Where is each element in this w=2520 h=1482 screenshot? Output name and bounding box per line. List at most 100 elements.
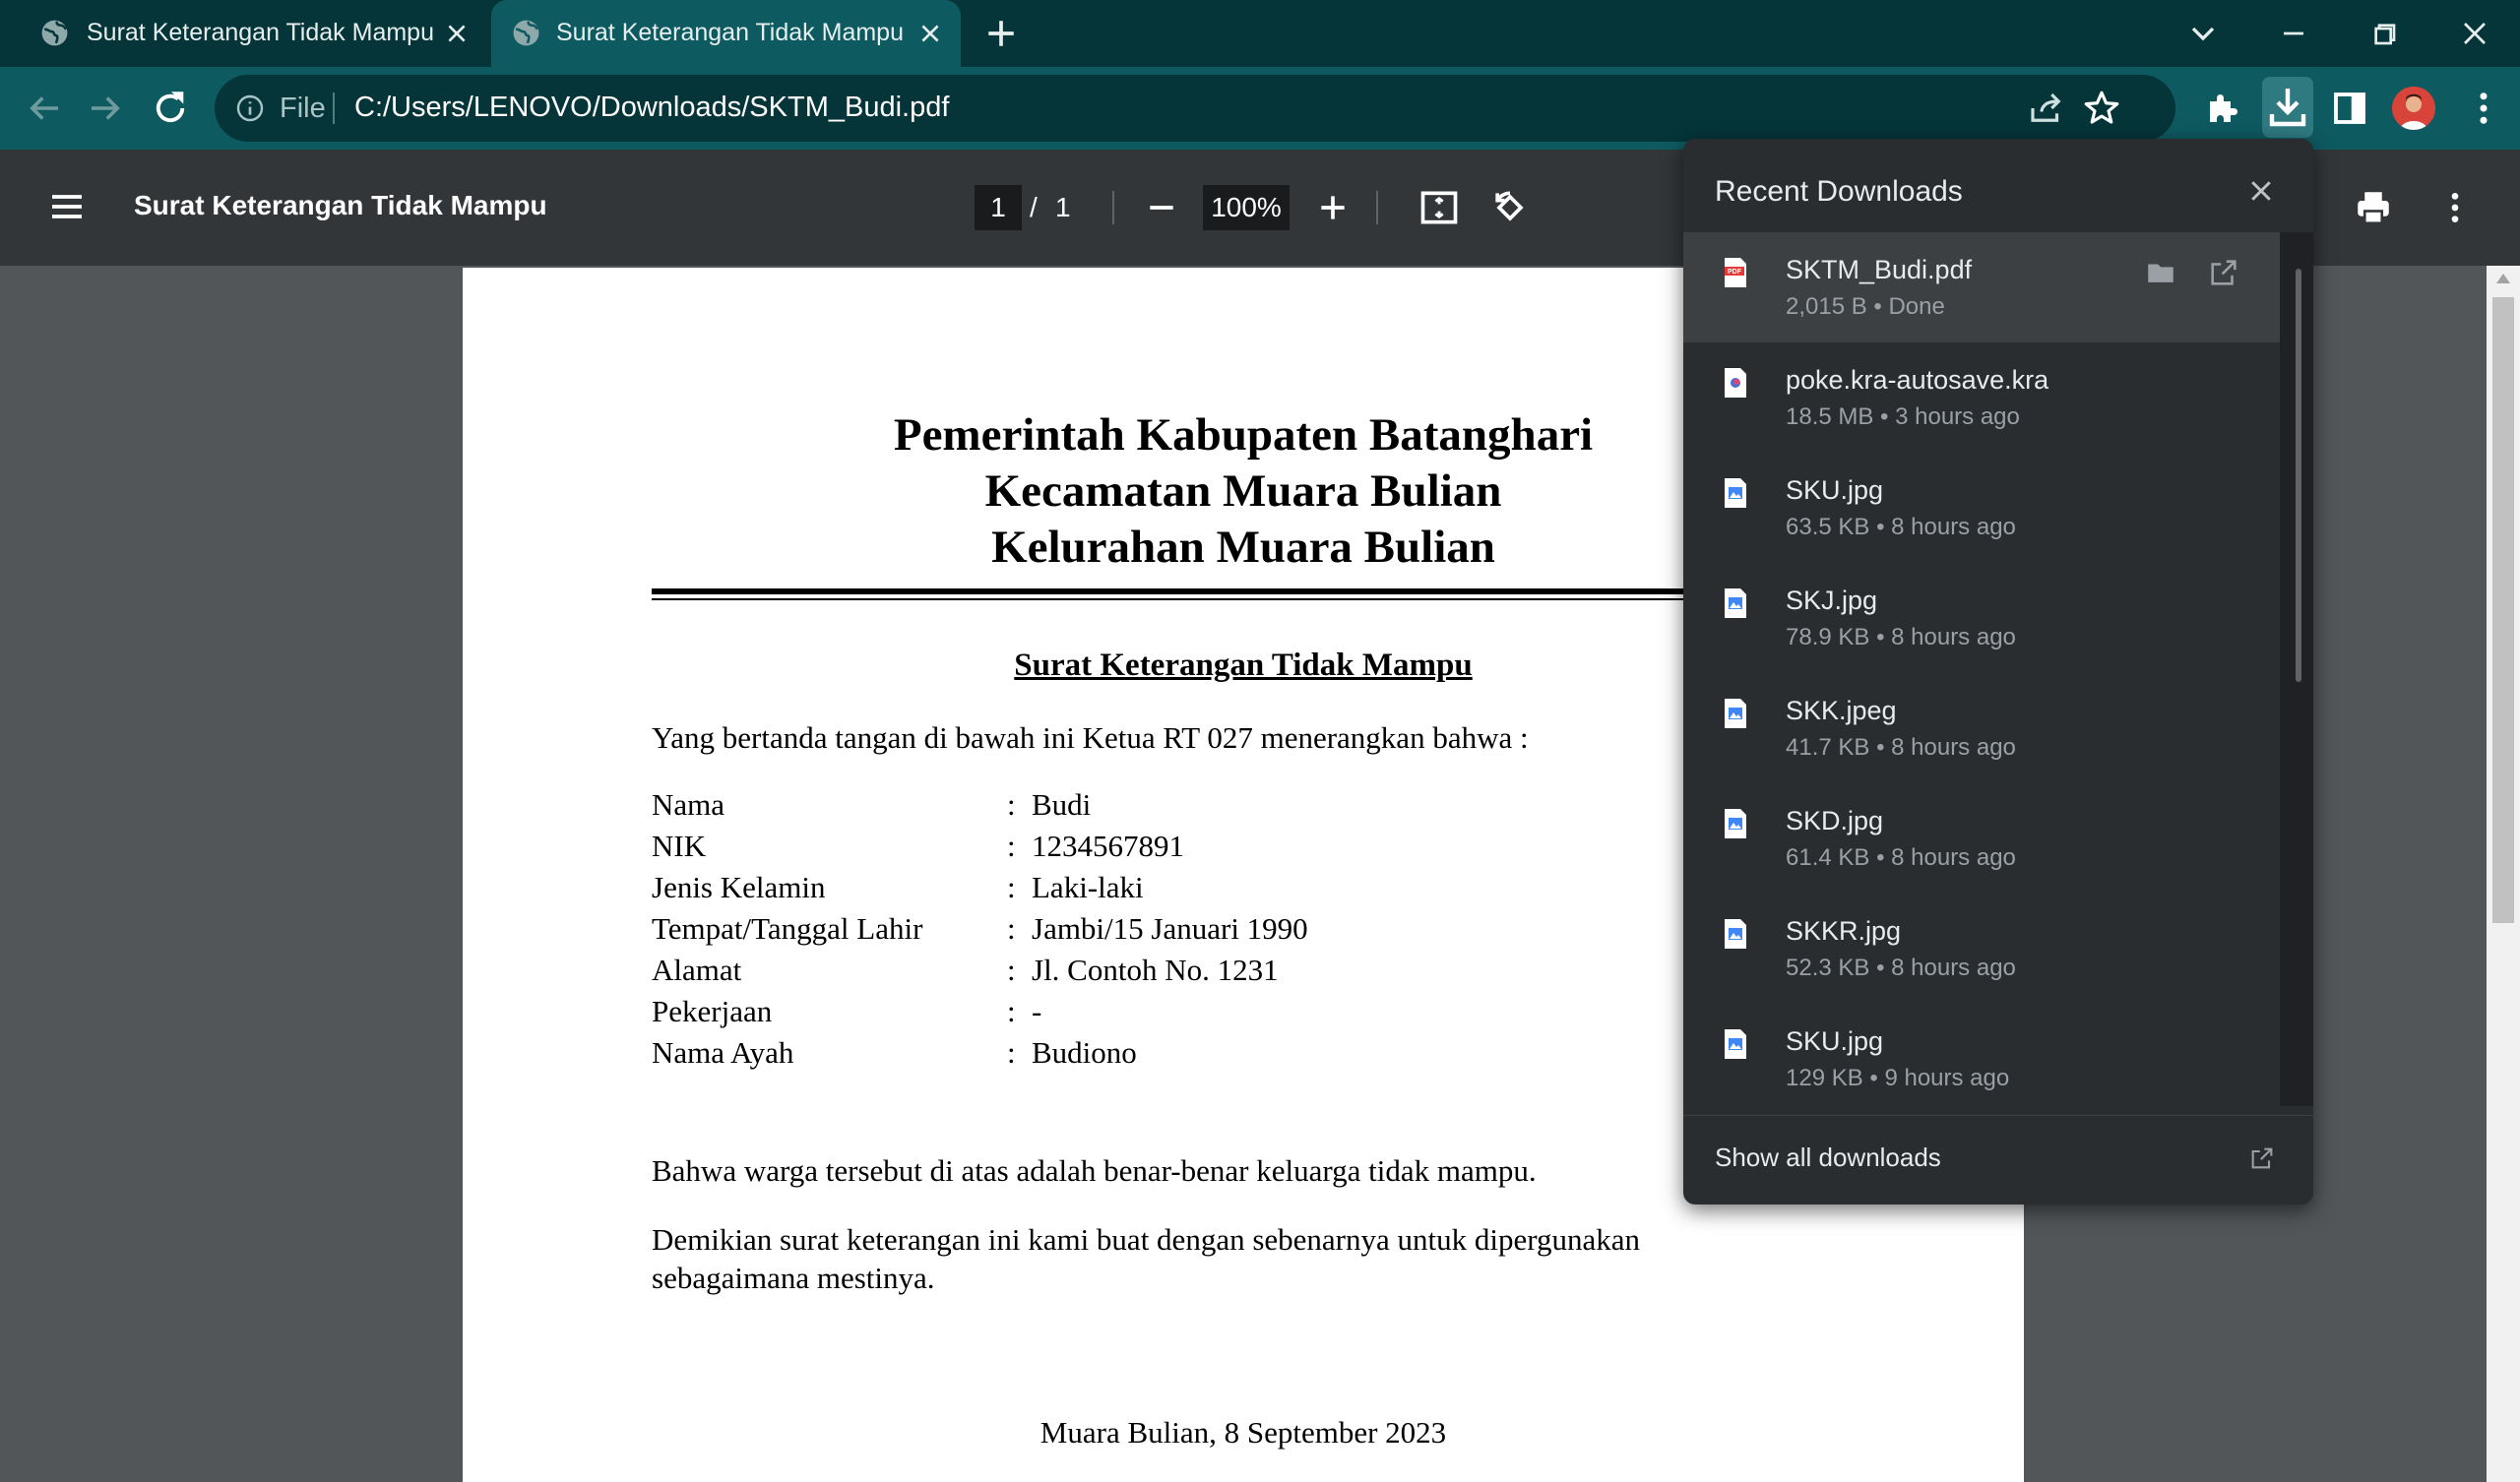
download-meta: 41.7 KB • 8 hours ago: [1786, 734, 2016, 761]
field-label: Nama: [652, 787, 725, 822]
zoom-level-input[interactable]: 100%: [1203, 185, 1290, 230]
recent-downloads-panel: Recent Downloads PDF SKTM_Budi.pdf 2,015…: [1683, 139, 2313, 1204]
page-number-input[interactable]: 1: [975, 185, 1022, 230]
print-icon[interactable]: [2353, 187, 2394, 228]
open-external-icon[interactable]: [2207, 256, 2240, 289]
svg-text:PDF: PDF: [1728, 269, 1742, 276]
scrollbar-thumb[interactable]: [2492, 297, 2514, 923]
download-item[interactable]: SKU.jpg 63.5 KB • 8 hours ago: [1683, 453, 2280, 563]
zoom-in-plus-icon[interactable]: [1313, 188, 1353, 227]
download-item[interactable]: SKKR.jpg 52.3 KB • 8 hours ago: [1683, 894, 2280, 1004]
download-item[interactable]: SKU.jpg 129 KB • 9 hours ago: [1683, 1004, 2280, 1114]
pdf-title: Surat Keterangan Tidak Mampu: [134, 190, 547, 220]
profile-avatar[interactable]: [2392, 87, 2435, 130]
close-window-icon[interactable]: [2455, 14, 2494, 53]
zoom-out-minus-icon[interactable]: [1142, 188, 1181, 227]
download-meta: 18.5 MB • 3 hours ago: [1786, 403, 2020, 430]
rotate-counterclockwise-icon[interactable]: [1488, 186, 1532, 229]
minimize-icon[interactable]: [2274, 14, 2313, 53]
field-label: Nama Ayah: [652, 1035, 794, 1070]
image-file-icon: [1723, 808, 1748, 839]
field-value: Budi: [1032, 787, 1092, 822]
close-tab-icon[interactable]: [444, 21, 470, 46]
download-filename: SKD.jpg: [1786, 806, 1884, 835]
address-divider: [333, 93, 335, 124]
field-value: Jl. Contoh No. 1231: [1032, 953, 1279, 987]
back-arrow-icon[interactable]: [24, 88, 65, 129]
address-scheme-label: File: [280, 93, 326, 124]
forward-arrow-icon[interactable]: [85, 88, 126, 129]
field-label: Tempat/Tanggal Lahir: [652, 911, 923, 946]
field-label: Pekerjaan: [652, 994, 773, 1028]
download-filename: SKU.jpg: [1786, 1026, 1884, 1056]
open-external-icon: [2248, 1144, 2276, 1172]
page-scrollbar[interactable]: [2487, 266, 2520, 1482]
reload-icon[interactable]: [150, 88, 191, 129]
info-icon[interactable]: [234, 93, 266, 124]
close-icon[interactable]: [2246, 176, 2276, 206]
download-filename: SKTM_Budi.pdf: [1786, 255, 1973, 284]
image-file-icon: [1723, 477, 1748, 509]
bookmark-star-icon[interactable]: [2081, 88, 2122, 129]
address-bar[interactable]: File C:/Users/LENOVO/Downloads/SKTM_Budi…: [215, 75, 2175, 142]
kra-file-icon: [1723, 367, 1748, 399]
side-panel-icon[interactable]: [2329, 88, 2370, 129]
tab-title: Surat Keterangan Tidak Mampu: [87, 19, 434, 46]
scroll-up-arrow-icon[interactable]: [2494, 272, 2512, 285]
extensions-puzzle-icon[interactable]: [2203, 88, 2244, 129]
close-tab-icon[interactable]: [917, 21, 943, 46]
field-colon: :: [1007, 787, 1016, 822]
show-all-downloads-button[interactable]: Show all downloads: [1683, 1116, 2313, 1204]
download-meta: 52.3 KB • 8 hours ago: [1786, 955, 2016, 981]
download-filename: SKK.jpeg: [1786, 696, 1897, 725]
download-item[interactable]: SKD.jpg 61.4 KB • 8 hours ago: [1683, 783, 2280, 894]
tab-search-chevron-down-icon[interactable]: [2183, 14, 2223, 53]
field-colon: :: [1007, 829, 1016, 863]
download-item[interactable]: SKK.jpeg 41.7 KB • 8 hours ago: [1683, 673, 2280, 783]
tab-sktm-1[interactable]: Surat Keterangan Tidak Mampu: [0, 0, 487, 67]
downloads-title: Recent Downloads: [1715, 175, 1963, 208]
fit-to-page-icon[interactable]: [1418, 186, 1461, 229]
toolbar-divider: [1112, 191, 1114, 224]
show-in-folder-icon[interactable]: [2144, 256, 2177, 289]
address-url[interactable]: C:/Users/LENOVO/Downloads/SKTM_Budi.pdf: [354, 92, 949, 124]
tab-sktm-2[interactable]: Surat Keterangan Tidak Mampu: [491, 0, 961, 67]
closing-paragraph-line: sebagaimana mestinya.: [652, 1261, 935, 1295]
new-tab-plus-icon[interactable]: [984, 17, 1018, 50]
field-colon: :: [1007, 1035, 1016, 1070]
download-item[interactable]: poke.kra-autosave.kra 18.5 MB • 3 hours …: [1683, 342, 2280, 453]
download-filename: poke.kra-autosave.kra: [1786, 365, 2049, 395]
toolbar-divider: [1376, 191, 1378, 224]
restore-window-icon[interactable]: [2364, 14, 2404, 53]
tab-strip: Surat Keterangan Tidak Mampu Surat Keter…: [0, 0, 2520, 67]
field-label: NIK: [652, 829, 707, 863]
download-filename: SKU.jpg: [1786, 475, 1884, 505]
download-meta: 61.4 KB • 8 hours ago: [1786, 844, 2016, 871]
hamburger-menu-icon[interactable]: [47, 187, 87, 226]
download-meta: 63.5 KB • 8 hours ago: [1786, 514, 2016, 540]
field-value: -: [1032, 994, 1042, 1028]
image-file-icon: [1723, 587, 1748, 619]
downloads-button[interactable]: [2262, 77, 2313, 138]
pdf-file-icon: PDF: [1723, 257, 1748, 288]
downloads-scrollbar-thumb[interactable]: [2296, 269, 2301, 682]
field-value: Budiono: [1032, 1035, 1137, 1070]
browser-menu-icon[interactable]: [2463, 88, 2504, 129]
page-separator: /: [1030, 192, 1038, 222]
download-item[interactable]: PDF SKTM_Budi.pdf 2,015 B • Done: [1683, 232, 2280, 342]
more-actions-icon[interactable]: [2435, 187, 2475, 228]
tab-title: Surat Keterangan Tidak Mampu: [556, 19, 904, 46]
total-pages: 1: [1055, 192, 1071, 222]
header-rule-thin: [652, 598, 1837, 600]
place-and-date: Muara Bulian, 8 September 2023: [1040, 1415, 1447, 1450]
download-meta: 78.9 KB • 8 hours ago: [1786, 624, 2016, 650]
download-filename: SKJ.jpg: [1786, 586, 1878, 615]
download-meta: 129 KB • 9 hours ago: [1786, 1065, 2010, 1091]
image-file-icon: [1723, 1028, 1748, 1060]
download-meta: 2,015 B • Done: [1786, 293, 1945, 320]
share-icon[interactable]: [2026, 88, 2067, 129]
download-item[interactable]: SKJ.jpg 78.9 KB • 8 hours ago: [1683, 563, 2280, 673]
header-rule-thick: [652, 588, 1837, 594]
field-colon: :: [1007, 953, 1016, 987]
intro-paragraph: Yang bertanda tangan di bawah ini Ketua …: [652, 720, 1529, 755]
